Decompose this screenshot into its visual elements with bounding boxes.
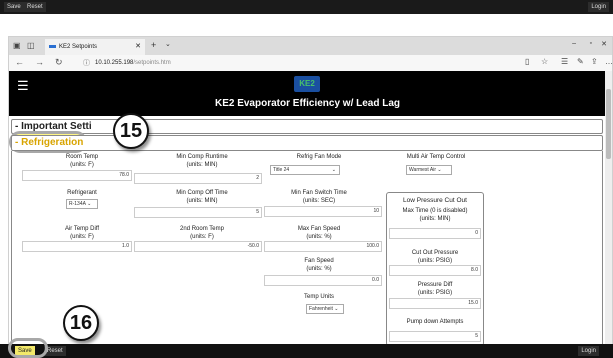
url-host: 10.10.255.198 bbox=[95, 60, 134, 66]
min-comp-runtime-label: Min Comp Runtime (units: MIN) bbox=[176, 154, 228, 168]
pump-down-input[interactable]: 5 bbox=[389, 331, 481, 342]
back-icon[interactable]: ← bbox=[15, 57, 24, 67]
save-button-top[interactable]: Save bbox=[4, 2, 24, 12]
refresh-icon[interactable]: ↻ bbox=[55, 57, 63, 68]
air-temp-diff-input[interactable]: 1.0 bbox=[22, 241, 132, 252]
page-content: ☰ KE2 KE2 Evaporator Efficiency w/ Lead … bbox=[9, 71, 606, 358]
room-temp-2-label: 2nd Room Temp (units: F) bbox=[180, 226, 224, 240]
scrollbar-thumb[interactable] bbox=[606, 89, 611, 159]
pressure-diff-input[interactable]: 15.0 bbox=[389, 298, 481, 309]
room-temp-input[interactable]: 78.0 bbox=[22, 170, 132, 181]
tab-switch-icon[interactable]: ◫ bbox=[27, 41, 35, 50]
max-fan-speed-label: Max Fan Speed (units: %) bbox=[297, 226, 341, 240]
save-highlight bbox=[8, 338, 48, 358]
tab-actions-icon[interactable]: ▣ bbox=[13, 41, 21, 50]
share-icon[interactable]: ⇪ bbox=[591, 57, 598, 66]
ke2-logo: KE2 bbox=[294, 76, 320, 92]
min-comp-off-label: Min Comp Off Time (units: MIN) bbox=[176, 190, 228, 204]
cut-out-pressure-label: Cut Out Pressure (units: PSIG) bbox=[411, 250, 459, 264]
browser-window: ▣ ◫ KE2 Setpoints ✕ + ⌄ – ▫ ✕ ← → ↻ ⓘ 10… bbox=[8, 36, 613, 358]
app-top-bar: Save Reset Login bbox=[0, 0, 613, 14]
page-scrollbar[interactable] bbox=[605, 71, 612, 358]
favorites-hub-icon[interactable]: ☰ bbox=[561, 57, 568, 66]
temp-units-label: Temp Units bbox=[303, 294, 334, 300]
login-button[interactable]: Login bbox=[578, 346, 599, 356]
refrig-fan-mode-label: Refrig Fan Mode bbox=[296, 154, 342, 160]
max-time-input[interactable]: 0 bbox=[389, 228, 481, 239]
reading-view-icon[interactable]: ▯ bbox=[525, 57, 529, 66]
page-title: KE2 Evaporator Efficiency w/ Lead Lag bbox=[214, 98, 401, 109]
close-window-icon[interactable]: ✕ bbox=[601, 40, 607, 48]
air-temp-diff-label: Air Temp Diff (units: F) bbox=[64, 226, 100, 240]
chevron-down-icon[interactable]: ⌄ bbox=[165, 40, 171, 48]
url-path: /setpoints.htm bbox=[133, 60, 171, 66]
pen-icon[interactable]: ✎ bbox=[577, 57, 584, 66]
site-header: ☰ KE2 KE2 Evaporator Efficiency w/ Lead … bbox=[9, 71, 606, 116]
min-comp-off-input[interactable]: 5 bbox=[134, 207, 262, 218]
login-button-top[interactable]: Login bbox=[588, 2, 609, 12]
favorite-icon[interactable]: ☆ bbox=[541, 57, 548, 66]
room-temp-label: Room Temp (units: F) bbox=[65, 154, 99, 168]
section-important-settings[interactable]: - Important Setti bbox=[11, 119, 603, 134]
new-tab-icon[interactable]: + bbox=[151, 40, 156, 50]
tab-ke2-setpoints[interactable]: KE2 Setpoints ✕ bbox=[45, 39, 145, 55]
section-refrigeration[interactable]: - Refrigeration bbox=[11, 135, 603, 151]
menu-icon[interactable]: ☰ bbox=[17, 78, 29, 94]
tab-title: KE2 Setpoints bbox=[59, 44, 98, 50]
temp-units-select[interactable]: Fahrenheit ⌄ bbox=[306, 304, 344, 314]
tab-bar: ▣ ◫ KE2 Setpoints ✕ + ⌄ – ▫ ✕ bbox=[9, 37, 612, 55]
callout-16: 16 bbox=[63, 305, 99, 341]
refrigerant-select[interactable]: R-134A ⌄ bbox=[66, 199, 98, 209]
refrigerant-label: Refrigerant bbox=[67, 190, 97, 196]
min-fan-switch-label: Min Fan Switch Time (units: SEC) bbox=[291, 190, 347, 204]
maximize-icon[interactable]: ▫ bbox=[590, 40, 592, 47]
reset-button-top[interactable]: Reset bbox=[24, 2, 46, 12]
address-bar: ← → ↻ ⓘ 10.10.255.198/setpoints.htm ▯ ☆ … bbox=[9, 55, 613, 71]
pump-down-label: Pump down Attempts bbox=[406, 319, 464, 325]
fan-speed-label: Fan Speed (units: %) bbox=[304, 258, 334, 272]
app-bottom-bar: Save Reset Login bbox=[0, 344, 613, 358]
close-tab-icon[interactable]: ✕ bbox=[135, 39, 141, 55]
max-time-label: Max Time (0 is disabled) (units: MIN) bbox=[402, 208, 468, 222]
low-pressure-box: Low Pressure Cut Out Max Time (0 is disa… bbox=[386, 192, 484, 346]
low-pressure-title: Low Pressure Cut Out bbox=[403, 197, 467, 204]
multi-air-temp-select[interactable]: Warmest Air ⌄ bbox=[406, 165, 452, 175]
refrigeration-form: Room Temp (units: F) 78.0 Refrigerant R-1… bbox=[11, 151, 603, 347]
cut-out-pressure-input[interactable]: 8.0 bbox=[389, 265, 481, 276]
min-fan-switch-input[interactable]: 10 bbox=[264, 206, 382, 217]
refrig-fan-mode-select[interactable]: Title 24 ⌄ bbox=[270, 165, 340, 175]
minimize-icon[interactable]: – bbox=[572, 40, 576, 47]
favicon-icon bbox=[49, 45, 56, 48]
room-temp-2-input[interactable]: -50.0 bbox=[134, 241, 262, 252]
callout-15: 15 bbox=[113, 113, 149, 149]
min-comp-runtime-input[interactable]: 2 bbox=[134, 173, 262, 184]
fan-speed-input[interactable]: 0.0 bbox=[264, 275, 382, 286]
more-icon[interactable]: … bbox=[605, 57, 613, 66]
multi-air-temp-label: Multi Air Temp Control bbox=[406, 154, 466, 160]
forward-icon[interactable]: → bbox=[35, 57, 44, 67]
max-fan-speed-input[interactable]: 100.0 bbox=[264, 241, 382, 252]
url-field[interactable]: ⓘ 10.10.255.198/setpoints.htm bbox=[83, 57, 523, 69]
pressure-diff-label: Pressure Diff (units: PSIG) bbox=[417, 282, 453, 296]
info-icon: ⓘ bbox=[83, 60, 90, 67]
